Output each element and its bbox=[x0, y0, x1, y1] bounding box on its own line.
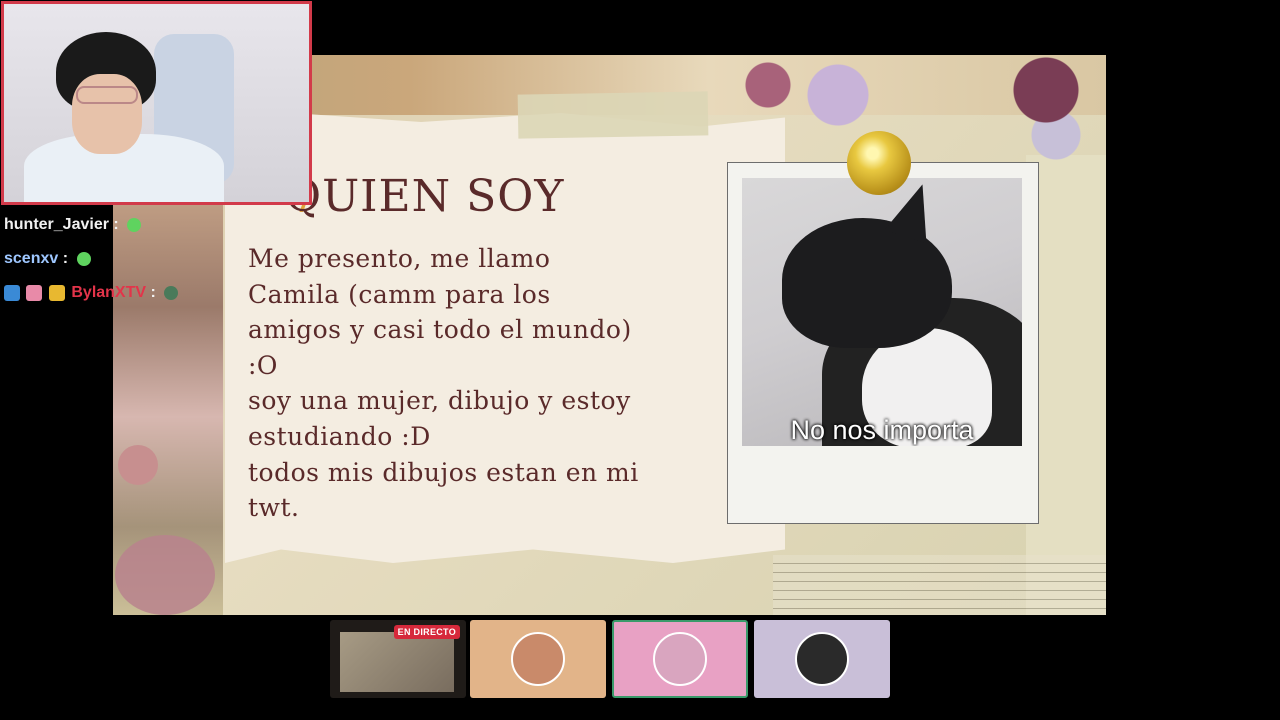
cat-photo: No nos importa bbox=[742, 178, 1022, 446]
preview-image bbox=[340, 632, 454, 692]
live-preview-thumbnail[interactable]: EN DIRECTO bbox=[330, 620, 466, 698]
chat-message: hunter_Javier : bbox=[4, 212, 204, 246]
channel-thumbnail[interactable] bbox=[754, 620, 890, 698]
chat-separator: : bbox=[150, 284, 156, 301]
channel-avatar bbox=[653, 632, 707, 686]
stream-thumbnail-bar: EN DIRECTO bbox=[330, 620, 890, 698]
chat-separator: : bbox=[62, 250, 69, 267]
chat-message: BylanXTV : bbox=[4, 280, 204, 314]
crown-badge-icon bbox=[48, 284, 65, 301]
tape-decor bbox=[517, 91, 709, 139]
decor-flower bbox=[118, 445, 158, 485]
emote-icon bbox=[127, 217, 142, 232]
chat-username: hunter_Javier bbox=[4, 216, 109, 233]
chat-username: BylanXTV bbox=[71, 284, 147, 301]
chat-message: scenxv : bbox=[4, 246, 204, 280]
glasses bbox=[76, 86, 138, 104]
chat-separator: : bbox=[113, 216, 119, 233]
live-badge: EN DIRECTO bbox=[393, 625, 460, 639]
polaroid-frame: No nos importa bbox=[727, 162, 1039, 524]
slide-body: Me presento, me llamo Camila (camm para … bbox=[248, 244, 639, 523]
channel-avatar bbox=[795, 632, 849, 686]
chat-username: scenxv bbox=[4, 250, 59, 267]
pushpin-icon bbox=[847, 131, 911, 195]
frog-emote-icon bbox=[164, 285, 179, 300]
badge-icon bbox=[26, 284, 43, 301]
emote-icon bbox=[76, 251, 91, 266]
photo-caption: No nos importa bbox=[790, 415, 974, 445]
channel-avatar bbox=[511, 632, 565, 686]
decor-petal bbox=[115, 535, 215, 615]
badge-icon bbox=[4, 284, 20, 301]
channel-thumbnail[interactable] bbox=[612, 620, 748, 698]
decor-flowers-right bbox=[996, 55, 1106, 165]
slide-title: QUIEN SOY bbox=[285, 171, 565, 222]
channel-thumbnail[interactable] bbox=[470, 620, 606, 698]
webcam-overlay bbox=[1, 1, 312, 205]
sheet-music-decor bbox=[773, 555, 1106, 615]
chat-overlay: hunter_Javier : scenxv : BylanXTV : bbox=[4, 212, 204, 314]
